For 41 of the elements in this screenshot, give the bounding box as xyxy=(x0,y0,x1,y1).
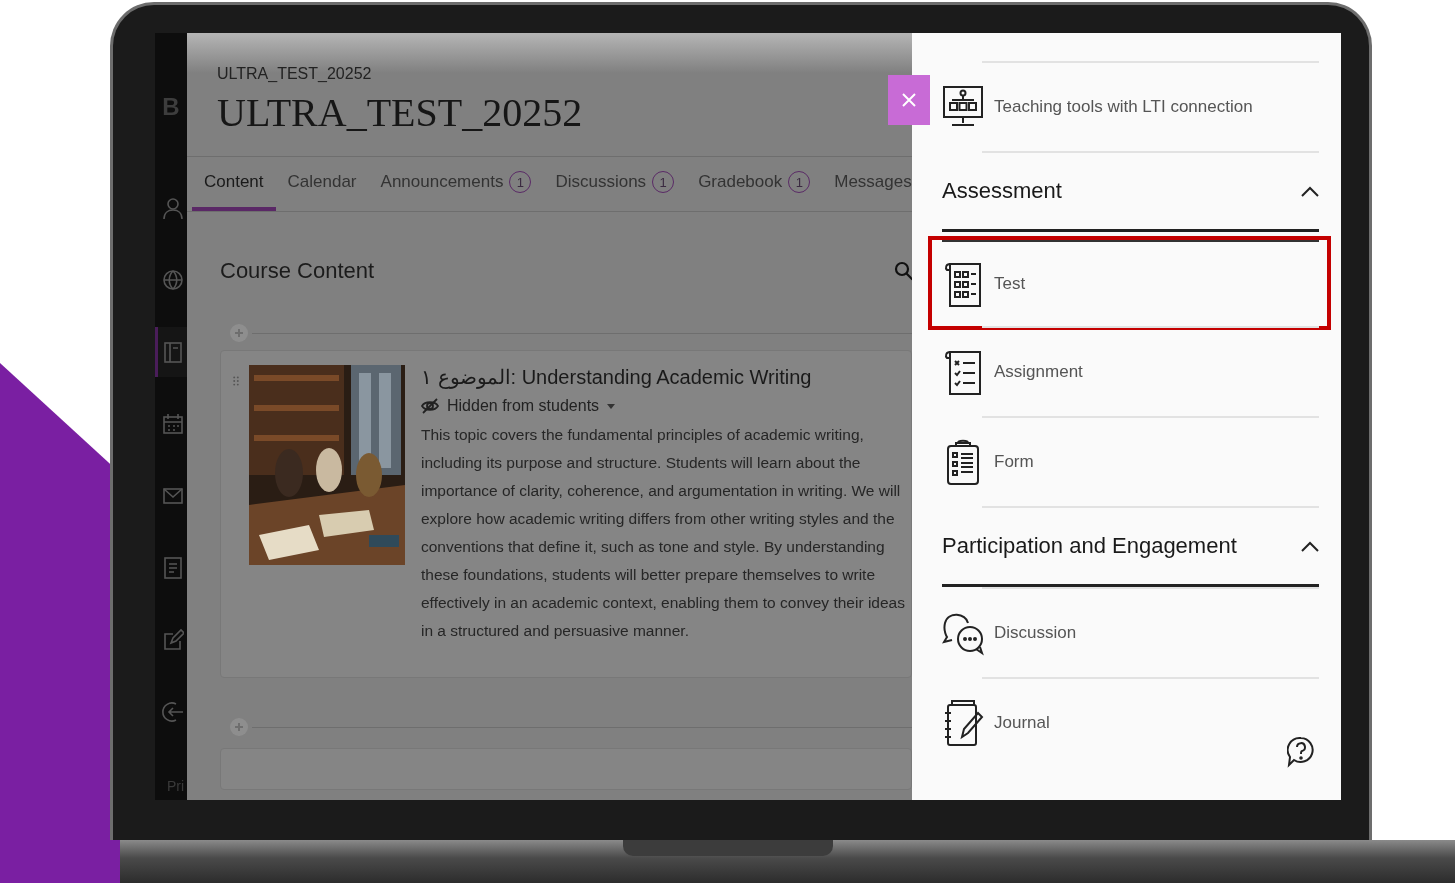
menu-item[interactable]: Journal xyxy=(942,677,1319,767)
course-tab[interactable]: Discussions 1 xyxy=(543,157,687,211)
course-code: ULTRA_TEST_20252 xyxy=(217,65,373,83)
checklist-icon xyxy=(942,348,984,396)
close-button[interactable] xyxy=(888,75,930,125)
section-heading: Course Content xyxy=(220,258,375,284)
course-title: ULTRA_TEST_20252 xyxy=(217,89,584,136)
help-icon[interactable] xyxy=(1287,736,1315,768)
content-title[interactable]: الموضوع ١: Understanding Academic Writing xyxy=(421,365,911,389)
menu-item[interactable]: Assignment xyxy=(942,326,1319,416)
add-icon[interactable] xyxy=(230,718,248,736)
course-tab[interactable]: Announcements 1 xyxy=(368,157,544,211)
section-heading: Assessment xyxy=(942,178,1062,204)
search-icon[interactable] xyxy=(894,261,912,281)
hidden-eye-icon xyxy=(421,397,439,415)
menu-item[interactable]: Teaching tools with LTI connection xyxy=(942,61,1319,151)
content-description: This topic covers the fundamental principles of academic writing, including its purpose and structure. Students will learn about the importance of clarity, coherence, and argumentation in writing. We will explore how academic writing differs from other writing styles and the conventions that define it, such as tone and style. By understanding these foundations, students will better prepare themselves to write effectively in an academic context, enabling them to convey their ideas in a structured and persuasive manner. xyxy=(421,425,906,641)
edit-icon xyxy=(161,628,184,652)
chevron-icon[interactable] xyxy=(1301,540,1319,552)
close-icon xyxy=(901,92,917,108)
menu-item[interactable]: Test xyxy=(932,240,1327,326)
notebook-pencil-icon xyxy=(942,699,984,747)
visibility-dropdown[interactable]: Hidden from students xyxy=(421,397,911,415)
sign-out-icon xyxy=(161,700,184,724)
grid-document-icon xyxy=(942,260,984,308)
section-heading: Participation and Engagement xyxy=(942,533,1237,559)
document-icon xyxy=(161,556,184,580)
calendar-icon xyxy=(161,412,184,436)
book-icon xyxy=(161,340,184,364)
chevron-icon[interactable] xyxy=(1301,185,1319,197)
person-icon xyxy=(161,196,184,220)
caret-icon xyxy=(607,403,616,409)
add-icon[interactable] xyxy=(230,324,248,342)
menu-item[interactable]: Form xyxy=(942,416,1319,506)
menu-item[interactable]: Discussion xyxy=(942,587,1319,677)
course-tab[interactable]: Content xyxy=(192,157,276,211)
course-tab[interactable]: Calendar xyxy=(275,157,369,211)
nav-item[interactable] xyxy=(155,327,187,377)
course-tab[interactable]: Messages xyxy=(822,157,912,211)
course-tab[interactable]: Gradebook 1 xyxy=(686,157,823,211)
globe-icon xyxy=(161,268,184,292)
